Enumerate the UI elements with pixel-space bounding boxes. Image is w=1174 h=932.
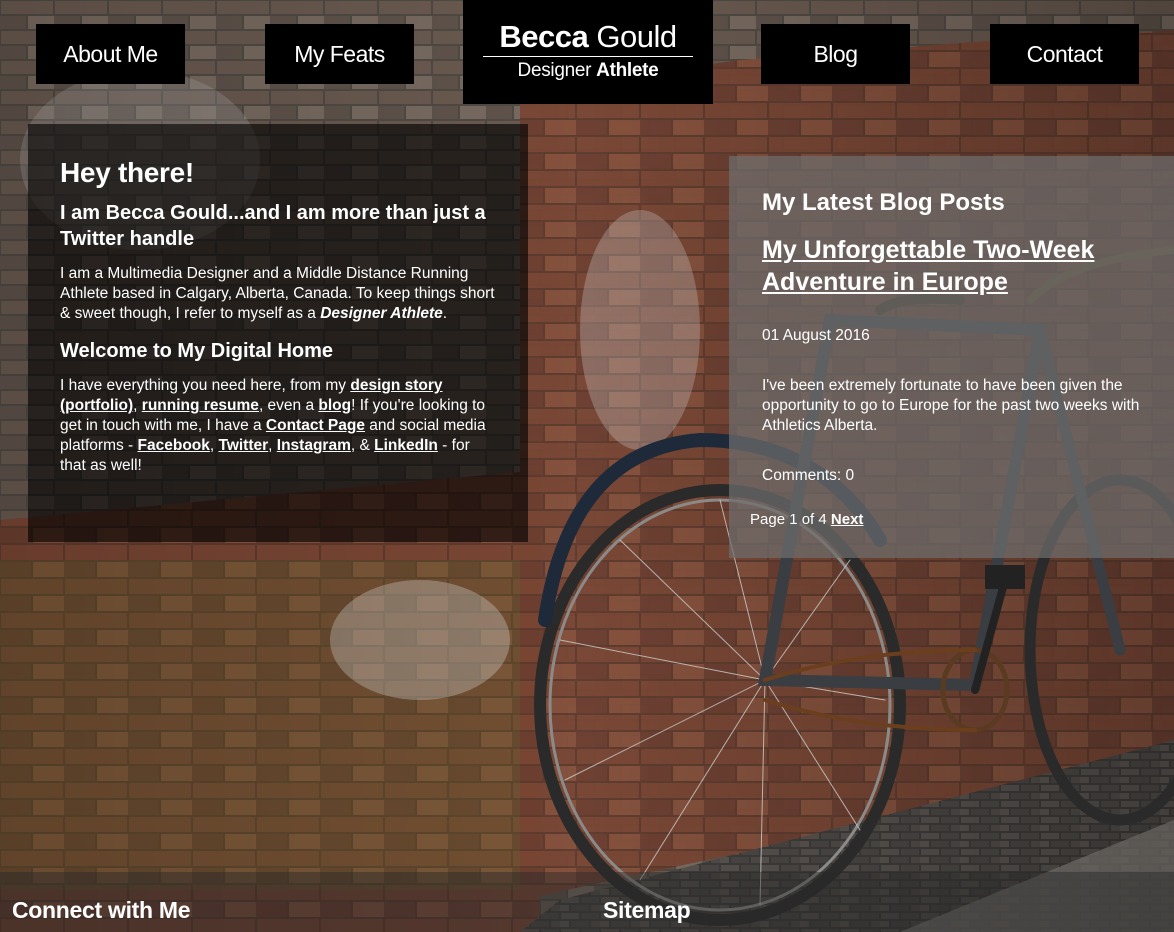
welcome-text: , & <box>350 437 375 454</box>
blog-post-comments: Comments: 0 <box>762 467 855 484</box>
intro-designer-athlete: Designer Athlete <box>320 305 443 322</box>
logo-tagline: Designer Athlete <box>463 60 713 82</box>
page: About Me My Feats Becca Gould Designer A… <box>0 0 1174 932</box>
footer: Connect with Me Sitemap <box>0 872 1174 932</box>
link-instagram[interactable]: Instagram <box>277 437 351 454</box>
intro-greeting: Hey there! <box>60 157 194 188</box>
logo-first-name: Becca <box>499 19 589 54</box>
intro-panel: Hey there! I am Becca Gould...and I am m… <box>28 124 528 542</box>
blog-post-title-link[interactable]: My Unforgettable Two-Week Adventure in E… <box>762 234 1144 298</box>
site-logo[interactable]: Becca Gould Designer Athlete <box>463 0 713 104</box>
intro-paragraph: I am a Multimedia Designer and a Middle … <box>60 264 498 324</box>
welcome-text: , <box>209 437 219 454</box>
logo-tag-second: Athlete <box>596 60 659 81</box>
logo-name: Becca Gould <box>463 20 713 54</box>
link-facebook[interactable]: Facebook <box>138 437 210 454</box>
logo-divider <box>483 56 693 57</box>
logo-last-name: Gould <box>596 19 677 54</box>
nav-my-feats[interactable]: My Feats <box>265 24 414 84</box>
welcome-text: I have everything you need here, from my <box>60 377 351 394</box>
welcome-text: , even a <box>258 397 319 414</box>
link-running-resume[interactable]: running resume <box>142 397 259 414</box>
welcome-text: , <box>268 437 277 454</box>
welcome-heading: Welcome to My Digital Home <box>60 340 334 362</box>
blog-post-date: 01 August 2016 <box>762 327 870 344</box>
link-linkedin[interactable]: LinkedIn <box>374 437 438 454</box>
nav-blog[interactable]: Blog <box>761 24 910 84</box>
footer-sitemap-heading: Sitemap <box>603 897 691 923</box>
nav-about-me[interactable]: About Me <box>36 24 185 84</box>
welcome-paragraph: I have everything you need here, from my… <box>60 376 498 476</box>
link-twitter[interactable]: Twitter <box>219 437 269 454</box>
welcome-text: , <box>133 397 142 414</box>
pager-next-link[interactable]: Next <box>831 511 864 528</box>
footer-connect-heading: Connect with Me <box>12 897 191 923</box>
link-blog[interactable]: blog <box>318 397 351 414</box>
logo-tag-first: Designer <box>517 60 592 81</box>
pager-status: Page 1 of 4 <box>750 511 827 528</box>
nav-contact[interactable]: Contact <box>990 24 1139 84</box>
link-contact-page[interactable]: Contact Page <box>266 417 365 434</box>
blog-heading: My Latest Blog Posts <box>762 189 1005 216</box>
intro-paragraph-end: . <box>442 305 448 322</box>
intro-headline: I am Becca Gould...and I am more than ju… <box>60 202 486 250</box>
blog-pager: Page 1 of 4 Next <box>750 510 1144 530</box>
blog-post-excerpt: I've been extremely fortunate to have be… <box>762 377 1140 434</box>
latest-blog-panel: My Latest Blog Posts My Unforgettable Tw… <box>729 156 1174 558</box>
